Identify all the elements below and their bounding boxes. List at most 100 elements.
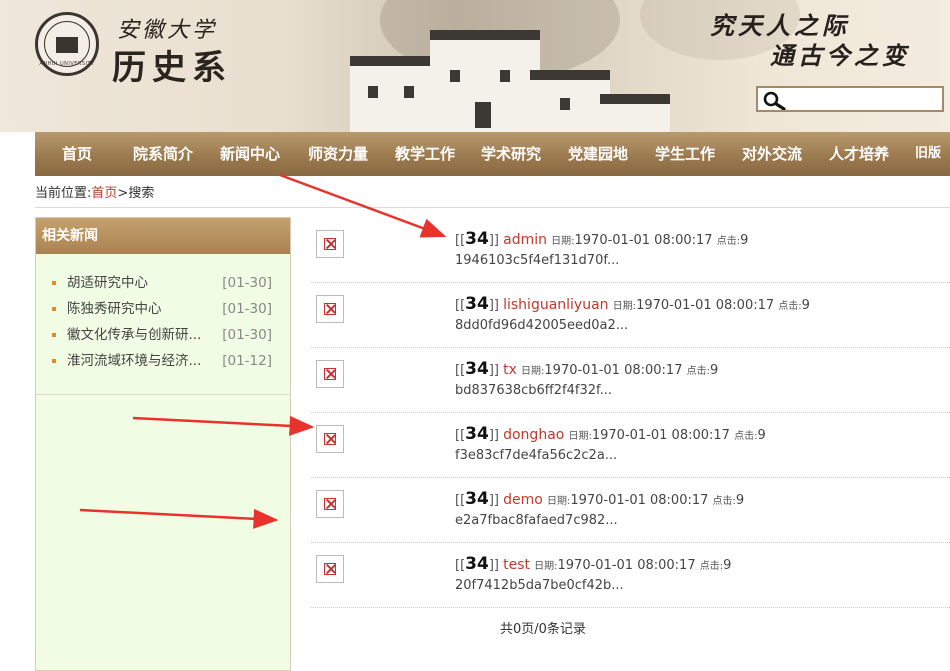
- nav-item-home[interactable]: 首页: [62, 132, 92, 176]
- broken-image-icon[interactable]: [316, 230, 344, 258]
- result-title-link[interactable]: lishiguanliyuan: [503, 297, 608, 313]
- search-icon[interactable]: [762, 90, 786, 110]
- list-item-label[interactable]: 徽文化传承与创新研...: [67, 322, 217, 348]
- breadcrumb: 当前位置:首页>搜索: [35, 182, 154, 201]
- result-id: 34: [465, 424, 489, 444]
- result-clicks: 9: [723, 558, 732, 573]
- broken-image-icon[interactable]: [316, 295, 344, 323]
- nav-item-faculty[interactable]: 师资力量: [308, 132, 368, 176]
- main-nav: 首页 院系简介 新闻中心 师资力量 教学工作 学术研究 党建园地 学生工作 对外…: [35, 132, 950, 176]
- click-label: 点击:: [712, 496, 736, 507]
- click-label: 点击:: [734, 431, 758, 442]
- nav-item-students[interactable]: 学生工作: [655, 132, 715, 176]
- breadcrumb-home-link[interactable]: 首页: [91, 186, 117, 201]
- breadcrumb-prefix: 当前位置:: [35, 186, 92, 201]
- search-box[interactable]: [756, 86, 944, 112]
- list-item-date: [01-30]: [222, 301, 272, 317]
- date-label: 日期:: [568, 431, 592, 442]
- result-date: 1970-01-01 08:00:17: [574, 233, 713, 248]
- date-label: 日期:: [546, 496, 571, 507]
- result-row: [[34]] tx 日期:1970-01-01 08:00:17 点击:9 bd…: [311, 348, 950, 413]
- nav-item-training[interactable]: 人才培养: [829, 132, 889, 176]
- result-title-link[interactable]: donghao: [503, 427, 564, 443]
- result-header: [[34]] test 日期:1970-01-01 08:00:17 点击:9: [455, 554, 732, 574]
- broken-image-icon[interactable]: [316, 490, 344, 518]
- nav-item-old-version[interactable]: 旧版: [915, 132, 941, 176]
- breadcrumb-separator: >: [117, 186, 129, 201]
- result-row: [[34]] test 日期:1970-01-01 08:00:17 点击:9 …: [311, 543, 950, 608]
- result-clicks: 9: [757, 428, 766, 443]
- nav-item-intro[interactable]: 院系简介: [133, 132, 193, 176]
- list-item-label[interactable]: 陈独秀研究中心: [67, 296, 217, 322]
- click-label: 点击:: [778, 301, 802, 312]
- click-label: 点击:: [699, 561, 724, 572]
- result-title-link[interactable]: test: [503, 557, 530, 573]
- dept-name: 历史系: [112, 48, 232, 88]
- result-row: [[34]] demo 日期:1970-01-01 08:00:17 点击:9 …: [311, 478, 950, 543]
- result-header: [[34]] admin 日期:1970-01-01 08:00:17 点击:9: [455, 229, 749, 249]
- click-label: 点击:: [686, 366, 710, 377]
- nav-item-exchange[interactable]: 对外交流: [742, 132, 802, 176]
- result-header: [[34]] lishiguanliyuan 日期:1970-01-01 08:…: [455, 294, 810, 314]
- broken-image-icon[interactable]: [316, 360, 344, 388]
- result-date: 1970-01-01 08:00:17: [544, 363, 683, 378]
- university-emblem: ANHUI UNIVERSITY: [35, 12, 99, 76]
- list-item-label[interactable]: 胡适研究中心: [67, 270, 217, 296]
- nav-item-teaching[interactable]: 教学工作: [395, 132, 455, 176]
- result-title-link[interactable]: demo: [503, 492, 543, 508]
- result-header: [[34]] tx 日期:1970-01-01 08:00:17 点击:9: [455, 359, 719, 379]
- result-id: 34: [465, 359, 489, 379]
- list-item-date: [01-30]: [222, 275, 272, 291]
- nav-item-news[interactable]: 新闻中心: [220, 132, 280, 176]
- result-date: 1970-01-01 08:00:17: [570, 493, 709, 508]
- result-summary: 8dd0fd96d42005eed0a2...: [455, 318, 629, 333]
- result-summary: f3e83cf7de4fa56c2c2a...: [455, 448, 618, 463]
- list-item[interactable]: 胡适研究中心 [01-30]: [50, 270, 272, 296]
- pagination-info: 共0页/0条记录: [500, 622, 586, 637]
- broken-image-icon[interactable]: [316, 425, 344, 453]
- list-item[interactable]: 陈独秀研究中心 [01-30]: [50, 296, 272, 322]
- bullet-icon: [52, 333, 56, 337]
- result-clicks: 9: [801, 298, 810, 313]
- nav-item-party[interactable]: 党建园地: [568, 132, 628, 176]
- bullet-icon: [52, 307, 56, 311]
- result-summary: 20f7412b5da7be0cf42b...: [455, 578, 624, 593]
- bullet-icon: [52, 359, 56, 363]
- list-item[interactable]: 淮河流域环境与经济... [01-12]: [50, 348, 272, 374]
- result-summary: bd837638cb6ff2f4f32f...: [455, 383, 613, 398]
- result-date: 1970-01-01 08:00:17: [557, 558, 696, 573]
- broken-image-icon[interactable]: [316, 555, 344, 583]
- list-item-date: [01-30]: [222, 327, 272, 343]
- result-title-link[interactable]: admin: [503, 232, 547, 248]
- result-summary: e2a7fbac8fafaed7c982...: [455, 513, 618, 528]
- result-id: 34: [465, 554, 489, 574]
- result-date: 1970-01-01 08:00:17: [591, 428, 730, 443]
- click-label: 点击:: [716, 236, 741, 247]
- date-label: 日期:: [612, 301, 637, 312]
- result-row: [[34]] lishiguanliyuan 日期:1970-01-01 08:…: [311, 283, 950, 348]
- sidebar-title: 相关新闻: [36, 218, 290, 254]
- result-clicks: 9: [735, 493, 745, 508]
- date-label: 日期:: [551, 236, 575, 247]
- motto-line-2: 通古今之变: [770, 41, 910, 70]
- date-label: 日期:: [534, 561, 558, 572]
- sidebar-divider: [36, 394, 290, 395]
- result-header: [[34]] donghao 日期:1970-01-01 08:00:17 点击…: [455, 424, 766, 444]
- nav-item-research[interactable]: 学术研究: [481, 132, 541, 176]
- list-item-label[interactable]: 淮河流域环境与经济...: [67, 348, 217, 374]
- date-label: 日期:: [521, 366, 545, 377]
- result-title-link[interactable]: tx: [503, 362, 517, 378]
- result-summary: 1946103c5f4ef131d70f...: [455, 253, 620, 268]
- related-news-sidebar: 相关新闻 胡适研究中心 [01-30] 陈独秀研究中心 [01-30] 徽文化传…: [35, 217, 291, 671]
- list-item-date: [01-12]: [222, 353, 272, 369]
- result-header: [[34]] demo 日期:1970-01-01 08:00:17 点击:9: [455, 489, 745, 509]
- list-item[interactable]: 徽文化传承与创新研... [01-30]: [50, 322, 272, 348]
- breadcrumb-current: 搜索: [128, 186, 155, 201]
- result-id: 34: [465, 489, 489, 509]
- related-news-list: 胡适研究中心 [01-30] 陈独秀研究中心 [01-30] 徽文化传承与创新研…: [50, 270, 272, 374]
- result-clicks: 9: [710, 363, 719, 378]
- search-input[interactable]: [788, 90, 938, 108]
- bullet-icon: [52, 281, 56, 285]
- result-row: [[34]] donghao 日期:1970-01-01 08:00:17 点击…: [311, 413, 950, 478]
- search-results: [[34]] admin 日期:1970-01-01 08:00:17 点击:9…: [311, 218, 950, 608]
